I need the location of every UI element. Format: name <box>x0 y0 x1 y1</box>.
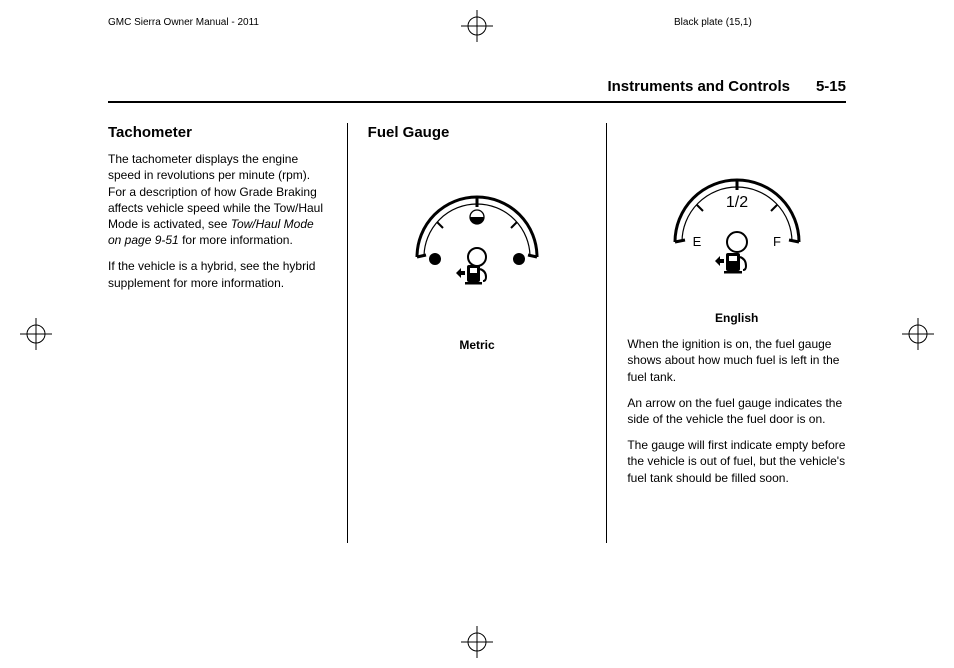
page-number: 5-15 <box>816 78 846 95</box>
fuel-gauge-heading: Fuel Gauge <box>368 123 587 143</box>
registration-mark-left <box>20 318 52 350</box>
manual-title: GMC Sierra Owner Manual - 2011 <box>108 17 259 28</box>
registration-mark-bottom <box>461 626 493 658</box>
section-title: Instruments and Controls <box>607 78 790 95</box>
column-3: 1/2 E F English When the ignitio <box>627 123 846 543</box>
gauge-empty-label: E <box>692 234 701 249</box>
registration-mark-right <box>902 318 934 350</box>
gauge-half-label: 1/2 <box>726 194 748 211</box>
fuel-gauge-paragraph-1: When the ignition is on, the fuel gauge … <box>627 336 846 385</box>
english-caption: English <box>627 310 846 326</box>
fuel-gauge-english-icon: 1/2 E F <box>657 147 817 292</box>
fuel-gauge-paragraph-3: The gauge will first indicate empty befo… <box>627 437 846 486</box>
plate-label: Black plate (15,1) <box>674 17 752 28</box>
running-header: Instruments and Controls 5-15 <box>108 78 846 103</box>
gauge-full-label: F <box>773 234 781 249</box>
fuel-gauge-paragraph-2: An arrow on the fuel gauge indicates the… <box>627 395 846 427</box>
text-segment: for more information. <box>179 233 293 247</box>
page-content: Instruments and Controls 5-15 Tachometer… <box>108 78 846 618</box>
content-columns: Tachometer The tachometer displays the e… <box>108 123 846 543</box>
tachometer-paragraph-2: If the vehicle is a hybrid, see the hybr… <box>108 258 327 290</box>
fuel-gauge-metric-icon <box>402 167 552 297</box>
column-divider <box>606 123 607 543</box>
fuel-gauge-english-figure: 1/2 E F <box>627 147 846 292</box>
column-divider <box>347 123 348 543</box>
column-1: Tachometer The tachometer displays the e… <box>108 123 327 543</box>
registration-mark-top <box>461 10 493 42</box>
metric-caption: Metric <box>368 337 587 353</box>
fuel-pump-icon <box>456 265 486 285</box>
fuel-pump-icon <box>715 253 746 274</box>
tachometer-heading: Tachometer <box>108 123 327 143</box>
tachometer-paragraph-1: The tachometer displays the engine speed… <box>108 151 327 248</box>
fuel-gauge-metric-figure <box>368 167 587 297</box>
column-2: Fuel Gauge <box>368 123 587 543</box>
